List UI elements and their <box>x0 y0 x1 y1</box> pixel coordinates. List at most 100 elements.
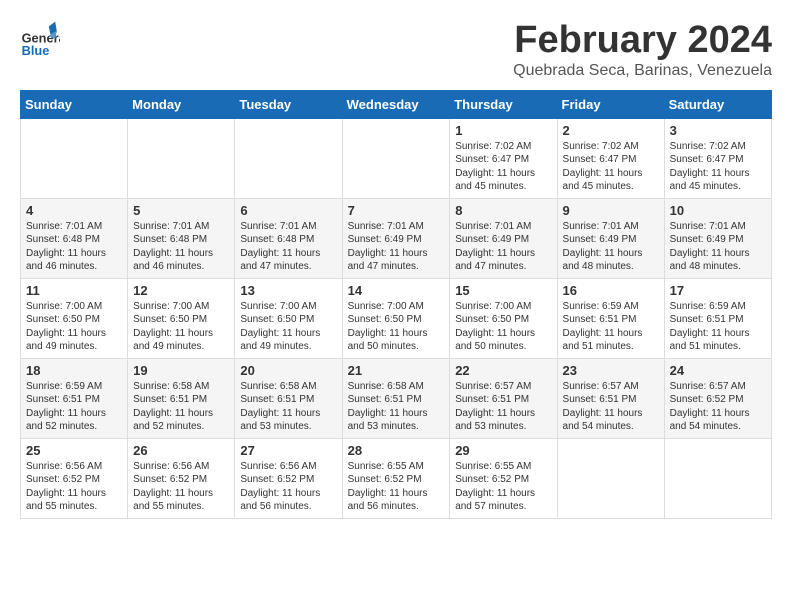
day-info: Sunrise: 6:58 AM Sunset: 6:51 PM Dayligh… <box>240 380 336 434</box>
calendar-cell: 11 Sunrise: 7:00 AM Sunset: 6:50 PM Dayli… <box>21 278 128 358</box>
calendar-cell: 9 Sunrise: 7:01 AM Sunset: 6:49 PM Daylig… <box>557 198 664 278</box>
week-row-2: 4 Sunrise: 7:01 AM Sunset: 6:48 PM Daylig… <box>21 198 772 278</box>
day-info: Sunrise: 6:56 AM Sunset: 6:52 PM Dayligh… <box>26 460 122 514</box>
day-number: 9 <box>563 203 659 218</box>
day-number: 5 <box>133 203 229 218</box>
day-number: 2 <box>563 123 659 138</box>
day-info: Sunrise: 6:57 AM Sunset: 6:52 PM Dayligh… <box>670 380 766 434</box>
day-number: 10 <box>670 203 766 218</box>
calendar-cell: 20 Sunrise: 6:58 AM Sunset: 6:51 PM Dayli… <box>235 358 342 438</box>
day-number: 4 <box>26 203 122 218</box>
weekday-header-saturday: Saturday <box>664 90 771 118</box>
day-number: 11 <box>26 283 122 298</box>
day-info: Sunrise: 7:02 AM Sunset: 6:47 PM Dayligh… <box>670 140 766 194</box>
day-info: Sunrise: 7:01 AM Sunset: 6:49 PM Dayligh… <box>348 220 445 274</box>
calendar-cell: 19 Sunrise: 6:58 AM Sunset: 6:51 PM Dayli… <box>128 358 235 438</box>
week-row-5: 25 Sunrise: 6:56 AM Sunset: 6:52 PM Dayli… <box>21 438 772 518</box>
calendar-table: SundayMondayTuesdayWednesdayThursdayFrid… <box>20 90 772 519</box>
day-number: 22 <box>455 363 551 378</box>
day-info: Sunrise: 6:58 AM Sunset: 6:51 PM Dayligh… <box>133 380 229 434</box>
calendar-cell: 18 Sunrise: 6:59 AM Sunset: 6:51 PM Dayli… <box>21 358 128 438</box>
calendar-cell <box>128 118 235 198</box>
location: Quebrada Seca, Barinas, Venezuela <box>513 62 772 80</box>
day-info: Sunrise: 7:01 AM Sunset: 6:49 PM Dayligh… <box>455 220 551 274</box>
day-info: Sunrise: 6:55 AM Sunset: 6:52 PM Dayligh… <box>348 460 445 514</box>
calendar-cell: 16 Sunrise: 6:59 AM Sunset: 6:51 PM Dayli… <box>557 278 664 358</box>
weekday-header-wednesday: Wednesday <box>342 90 450 118</box>
day-info: Sunrise: 7:00 AM Sunset: 6:50 PM Dayligh… <box>240 300 336 354</box>
calendar-cell <box>235 118 342 198</box>
calendar-cell: 17Sunrise: 6:59 AM Sunset: 6:51 PM Dayli… <box>664 278 771 358</box>
calendar-cell: 24Sunrise: 6:57 AM Sunset: 6:52 PM Dayli… <box>664 358 771 438</box>
day-number: 19 <box>133 363 229 378</box>
calendar-cell: 14 Sunrise: 7:00 AM Sunset: 6:50 PM Dayli… <box>342 278 450 358</box>
day-info: Sunrise: 7:01 AM Sunset: 6:49 PM Dayligh… <box>670 220 766 274</box>
day-number: 21 <box>348 363 445 378</box>
day-number: 13 <box>240 283 336 298</box>
logo: General Blue <box>20 20 64 60</box>
day-number: 3 <box>670 123 766 138</box>
calendar-cell: 27 Sunrise: 6:56 AM Sunset: 6:52 PM Dayli… <box>235 438 342 518</box>
day-number: 20 <box>240 363 336 378</box>
day-number: 26 <box>133 443 229 458</box>
day-number: 27 <box>240 443 336 458</box>
day-info: Sunrise: 6:59 AM Sunset: 6:51 PM Dayligh… <box>670 300 766 354</box>
calendar-cell: 8 Sunrise: 7:01 AM Sunset: 6:49 PM Daylig… <box>450 198 557 278</box>
calendar-cell: 26Sunrise: 6:56 AM Sunset: 6:52 PM Dayli… <box>128 438 235 518</box>
day-number: 8 <box>455 203 551 218</box>
day-number: 25 <box>26 443 122 458</box>
day-number: 18 <box>26 363 122 378</box>
day-info: Sunrise: 6:57 AM Sunset: 6:51 PM Dayligh… <box>455 380 551 434</box>
calendar-cell: 23Sunrise: 6:57 AM Sunset: 6:51 PM Dayli… <box>557 358 664 438</box>
svg-text:Blue: Blue <box>22 43 50 58</box>
calendar-cell <box>342 118 450 198</box>
calendar-cell: 29 Sunrise: 6:55 AM Sunset: 6:52 PM Dayli… <box>450 438 557 518</box>
day-info: Sunrise: 6:59 AM Sunset: 6:51 PM Dayligh… <box>563 300 659 354</box>
day-info: Sunrise: 7:01 AM Sunset: 6:49 PM Dayligh… <box>563 220 659 274</box>
weekday-header-row: SundayMondayTuesdayWednesdayThursdayFrid… <box>21 90 772 118</box>
weekday-header-sunday: Sunday <box>21 90 128 118</box>
month-title: February 2024 <box>513 20 772 62</box>
day-info: Sunrise: 7:00 AM Sunset: 6:50 PM Dayligh… <box>348 300 445 354</box>
calendar-cell: 5 Sunrise: 7:01 AM Sunset: 6:48 PM Daylig… <box>128 198 235 278</box>
calendar-cell: 7 Sunrise: 7:01 AM Sunset: 6:49 PM Daylig… <box>342 198 450 278</box>
day-number: 1 <box>455 123 551 138</box>
calendar-cell: 15 Sunrise: 7:00 AM Sunset: 6:50 PM Dayli… <box>450 278 557 358</box>
day-info: Sunrise: 7:00 AM Sunset: 6:50 PM Dayligh… <box>455 300 551 354</box>
calendar-cell: 6Sunrise: 7:01 AM Sunset: 6:48 PM Daylig… <box>235 198 342 278</box>
page-header: General Blue February 2024 Quebrada Seca… <box>20 20 772 80</box>
calendar-cell <box>557 438 664 518</box>
day-number: 6 <box>240 203 336 218</box>
calendar-cell: 21Sunrise: 6:58 AM Sunset: 6:51 PM Dayli… <box>342 358 450 438</box>
day-info: Sunrise: 6:55 AM Sunset: 6:52 PM Dayligh… <box>455 460 551 514</box>
calendar-cell: 25 Sunrise: 6:56 AM Sunset: 6:52 PM Dayli… <box>21 438 128 518</box>
day-info: Sunrise: 7:01 AM Sunset: 6:48 PM Dayligh… <box>133 220 229 274</box>
calendar-cell: 12 Sunrise: 7:00 AM Sunset: 6:50 PM Dayli… <box>128 278 235 358</box>
calendar-cell <box>21 118 128 198</box>
calendar-cell: 4Sunrise: 7:01 AM Sunset: 6:48 PM Daylig… <box>21 198 128 278</box>
calendar-cell: 1 Sunrise: 7:02 AM Sunset: 6:47 PM Daylig… <box>450 118 557 198</box>
weekday-header-friday: Friday <box>557 90 664 118</box>
day-number: 16 <box>563 283 659 298</box>
calendar-cell: 28Sunrise: 6:55 AM Sunset: 6:52 PM Dayli… <box>342 438 450 518</box>
calendar-cell: 22 Sunrise: 6:57 AM Sunset: 6:51 PM Dayli… <box>450 358 557 438</box>
day-info: Sunrise: 7:00 AM Sunset: 6:50 PM Dayligh… <box>26 300 122 354</box>
calendar-cell: 2Sunrise: 7:02 AM Sunset: 6:47 PM Daylig… <box>557 118 664 198</box>
day-number: 12 <box>133 283 229 298</box>
day-info: Sunrise: 6:59 AM Sunset: 6:51 PM Dayligh… <box>26 380 122 434</box>
calendar-cell: 10 Sunrise: 7:01 AM Sunset: 6:49 PM Dayli… <box>664 198 771 278</box>
day-number: 15 <box>455 283 551 298</box>
day-info: Sunrise: 6:57 AM Sunset: 6:51 PM Dayligh… <box>563 380 659 434</box>
day-number: 7 <box>348 203 445 218</box>
day-info: Sunrise: 7:02 AM Sunset: 6:47 PM Dayligh… <box>455 140 551 194</box>
weekday-header-tuesday: Tuesday <box>235 90 342 118</box>
logo-icon: General Blue <box>20 20 60 60</box>
day-info: Sunrise: 6:56 AM Sunset: 6:52 PM Dayligh… <box>240 460 336 514</box>
weekday-header-monday: Monday <box>128 90 235 118</box>
day-number: 14 <box>348 283 445 298</box>
calendar-cell: 3 Sunrise: 7:02 AM Sunset: 6:47 PM Daylig… <box>664 118 771 198</box>
calendar-cell <box>664 438 771 518</box>
day-number: 29 <box>455 443 551 458</box>
day-info: Sunrise: 7:00 AM Sunset: 6:50 PM Dayligh… <box>133 300 229 354</box>
weekday-header-thursday: Thursday <box>450 90 557 118</box>
